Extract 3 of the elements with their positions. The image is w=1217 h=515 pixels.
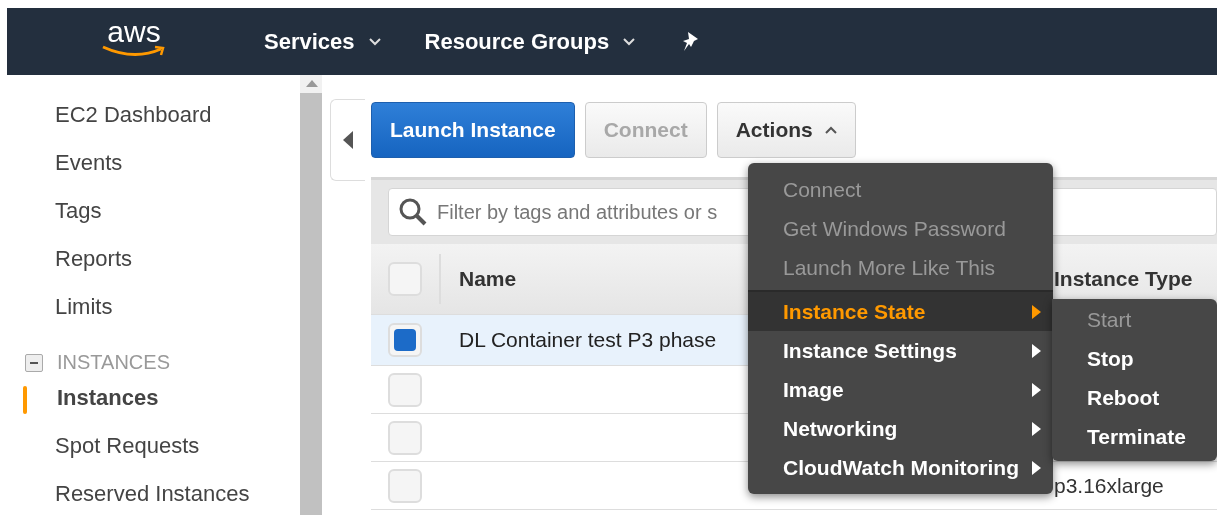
- table-cell-text: p3.16xlarge: [1054, 473, 1165, 498]
- section-title: INSTANCES: [57, 351, 170, 374]
- table-cell: DL Container test P3 phase: [459, 328, 717, 352]
